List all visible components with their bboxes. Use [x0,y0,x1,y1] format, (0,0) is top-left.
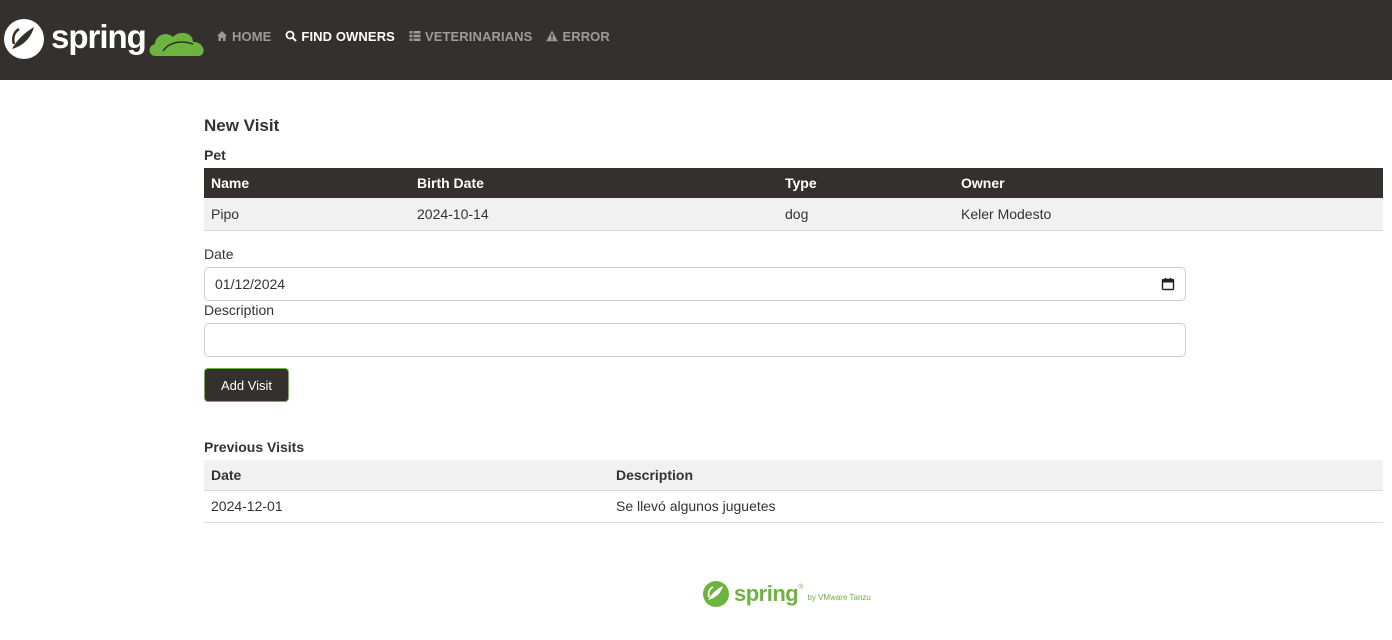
brand-word: spring [51,18,146,55]
visit-description-cell: Se llevó algunos juguetes [609,490,1383,523]
date-field[interactable]: 01/12/2024 [204,267,1186,301]
add-visit-button[interactable]: Add Visit [204,368,289,402]
footer-trademark: ® [798,584,804,591]
spring-logo[interactable]: spring [3,18,209,60]
nav-veterinarians[interactable]: VETERINARIANS [409,29,532,44]
nav-home[interactable]: HOME [216,29,271,44]
visits-table-header-row: Date Description [204,460,1383,491]
column-header-description: Description [609,460,1383,491]
pet-type-cell: dog [778,198,954,231]
pet-table-header-row: Name Birth Date Type Owner [204,168,1383,198]
pet-section-label: Pet [204,147,226,163]
column-header-type: Type [785,175,817,191]
table-row: 2024-12-01 Se llevó algunos juguetes [204,490,1383,523]
column-header-birth-date: Birth Date [417,175,484,191]
pet-birth-date-cell: 2024-10-14 [410,198,778,231]
table-row: Pipo 2024-10-14 dog Keler Modesto [204,198,1383,231]
column-header-owner: Owner [961,175,1005,191]
footer-spring-logo: spring ® by VMware Tanzu [702,578,892,610]
navbar: spring HOME FIND OWNERS VETERINARIANS ER… [0,0,1392,80]
nav-menu: HOME FIND OWNERS VETERINARIANS ERROR [216,0,610,72]
nav-error-label: ERROR [562,28,610,44]
nav-home-label: HOME [232,28,272,44]
column-header-date: Date [204,460,609,491]
home-icon [216,30,228,42]
warning-icon [546,30,559,42]
nav-error[interactable]: ERROR [546,28,610,44]
spring-logo-graphic: spring [4,18,204,59]
previous-visits-table: Date Description 2024-12-01 Se llevó alg… [204,460,1383,523]
nav-find-owners[interactable]: FIND OWNERS [285,29,395,44]
date-field-label: Date [204,246,234,262]
visit-date-cell: 2024-12-01 [204,490,609,523]
list-icon [409,30,421,42]
footer-byline: by VMware Tanzu [807,592,871,602]
nav-find-owners-label: FIND OWNERS [301,28,395,44]
previous-visits-label: Previous Visits [204,439,305,455]
page-title: New Visit [204,116,280,135]
footer-brand-word: spring [734,581,799,606]
description-field[interactable] [204,323,1186,357]
column-header-name: Name [211,175,250,191]
nav-veterinarians-label: VETERINARIANS [424,28,533,44]
spring-leaf-icon [703,581,729,607]
description-field-label: Description [204,302,275,318]
search-icon [285,30,298,42]
date-field-value: 01/12/2024 [215,276,286,292]
pet-table: Name Birth Date Type Owner Pipo 2024-10-… [204,168,1383,231]
pet-owner-cell: Keler Modesto [954,198,1383,231]
calendar-icon[interactable] [1161,277,1175,291]
pet-name-cell: Pipo [204,198,410,231]
